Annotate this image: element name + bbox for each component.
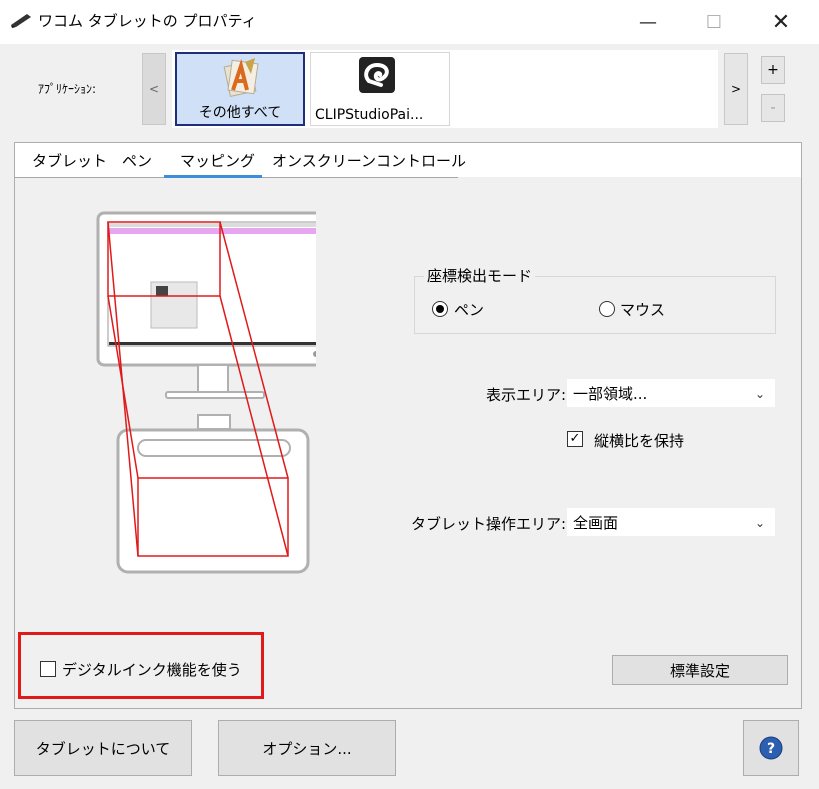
minimize-button[interactable]: — bbox=[625, 0, 671, 44]
tab-mapping[interactable]: マッピング bbox=[180, 150, 255, 171]
maximize-button[interactable]: ☐ bbox=[691, 0, 737, 44]
tablet-illustration bbox=[116, 414, 310, 574]
applications-label: ｱﾌﾟﾘｹｰｼｮﾝ: bbox=[38, 82, 97, 96]
close-button[interactable]: ✕ bbox=[758, 0, 804, 44]
display-area-label: 表示エリア: bbox=[485, 386, 566, 404]
mapping-diagram bbox=[96, 211, 316, 574]
pen-mode-radio[interactable] bbox=[432, 301, 448, 317]
app-scroll-left-button[interactable]: < bbox=[142, 53, 166, 125]
help-glyph: ? bbox=[767, 741, 775, 757]
tablet-area-label: タブレット操作エリア: bbox=[410, 515, 566, 533]
restore-default-button[interactable]: 標準設定 bbox=[612, 655, 788, 685]
add-application-button[interactable]: + bbox=[761, 56, 785, 84]
keep-aspect-label[interactable]: 縦横比を保持 bbox=[594, 430, 684, 451]
tab-pen[interactable]: ペン bbox=[122, 150, 152, 171]
chevron-down-icon: ⌄ bbox=[754, 516, 765, 530]
app-tile-label: その他すべて bbox=[198, 105, 282, 121]
tablet-area-value: 全画面 bbox=[573, 514, 619, 532]
app-scroll-right-button[interactable]: > bbox=[724, 53, 748, 125]
highlight-box bbox=[18, 632, 264, 699]
monitor-illustration bbox=[96, 211, 316, 399]
chevron-down-icon: ⌄ bbox=[754, 387, 765, 401]
all-apps-icon bbox=[223, 58, 259, 97]
help-icon: ? bbox=[759, 736, 783, 760]
mouse-mode-label[interactable]: マウス bbox=[620, 299, 665, 320]
pen-mode-label[interactable]: ペン bbox=[454, 299, 484, 320]
display-area-dropdown[interactable]: 一部領域... ⌄ bbox=[566, 378, 776, 408]
about-tablet-button[interactable]: タブレットについて bbox=[14, 720, 192, 776]
help-button[interactable]: ? bbox=[743, 720, 799, 776]
app-tile-clip-studio[interactable]: CLIPStudioPai... bbox=[310, 52, 450, 126]
keep-aspect-checkbox[interactable]: ✓ bbox=[567, 431, 583, 447]
tab-tablet[interactable]: タブレット bbox=[32, 150, 107, 171]
app-tile-label: CLIPStudioPai... bbox=[315, 107, 424, 123]
display-area-value: 一部領域... bbox=[573, 385, 648, 403]
options-button[interactable]: オプション... bbox=[218, 720, 396, 776]
tab-onscreen-controls[interactable]: オンスクリーンコントロール bbox=[272, 150, 466, 171]
mouse-mode-radio[interactable] bbox=[599, 301, 615, 317]
tablet-area-dropdown[interactable]: 全画面 ⌄ bbox=[566, 507, 776, 537]
window-title: ワコム タブレットの プロパティ bbox=[38, 12, 257, 30]
remove-application-button[interactable]: - bbox=[761, 94, 785, 122]
active-tab-indicator bbox=[164, 175, 262, 178]
app-tile-all-others[interactable]: その他すべて bbox=[175, 52, 305, 126]
clip-studio-icon bbox=[359, 57, 395, 93]
pen-icon bbox=[11, 14, 31, 28]
coord-mode-legend: 座標検出モード bbox=[424, 265, 536, 286]
